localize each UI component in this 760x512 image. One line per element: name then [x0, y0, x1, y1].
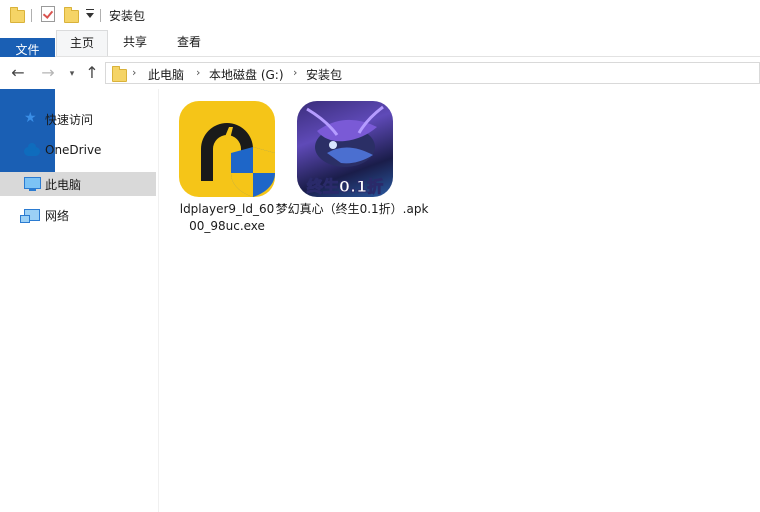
chevron-right-icon[interactable]: ›: [196, 66, 200, 79]
tab-home[interactable]: 主页: [56, 30, 108, 56]
file-list[interactable]: ldplayer9_ld_60 00_98uc.exe 终生0.1折 梦幻真心（…: [159, 89, 760, 512]
file-name-line1: 梦幻真心（终生0.1折）.apk: [275, 202, 429, 216]
forward-arrow-icon[interactable]: →: [38, 63, 58, 83]
sidebar-item-network[interactable]: 网络: [0, 203, 156, 227]
customize-toolbar-chevron-icon[interactable]: [86, 9, 94, 18]
file-name-line1: ldplayer9_ld_60: [179, 202, 275, 216]
game-apk-icon: 终生0.1折: [297, 101, 393, 197]
ribbon-tabs: 文件 主页 共享 查看: [0, 30, 760, 178]
sidebar-item-this-pc[interactable]: 此电脑: [0, 172, 156, 196]
sidebar-item-quick-access[interactable]: ★ 快速访问: [0, 107, 156, 131]
ldplayer-icon: [179, 101, 275, 197]
sidebar-item-label: 网络: [45, 209, 70, 223]
sidebar-item-label: 此电脑: [45, 178, 82, 192]
recent-locations-chevron-icon[interactable]: ▾: [62, 64, 82, 84]
file-item[interactable]: 终生0.1折 梦幻真心（终生0.1折）.apk: [276, 97, 428, 237]
navigation-pane: ★ 快速访问 OneDrive 此电脑 网络: [0, 89, 159, 512]
file-name[interactable]: 梦幻真心（终生0.1折）.apk: [267, 201, 437, 218]
separator: [100, 9, 101, 22]
network-icon: [20, 209, 40, 223]
file-name-line2: 00_98uc.exe: [189, 219, 265, 233]
sidebar-item-onedrive[interactable]: OneDrive: [0, 139, 156, 163]
game-badge-text: 终生0.1折: [306, 177, 384, 197]
tab-view[interactable]: 查看: [162, 30, 216, 56]
window-title: 安装包: [109, 9, 146, 23]
star-icon: ★: [24, 110, 37, 126]
navigation-bar: ← → ▾ ↑ › 此电脑 › 本地磁盘 (G:) › 安装包: [0, 57, 760, 89]
chevron-right-icon[interactable]: ›: [132, 66, 136, 79]
properties-icon[interactable]: [41, 6, 55, 22]
file-item[interactable]: ldplayer9_ld_60 00_98uc.exe: [159, 97, 279, 237]
tab-share[interactable]: 共享: [108, 30, 162, 56]
separator: [31, 9, 32, 22]
address-bar[interactable]: › 此电脑 › 本地磁盘 (G:) › 安装包: [105, 62, 760, 84]
title-bar: 安装包: [0, 0, 760, 30]
folder-icon: [112, 66, 127, 82]
computer-icon: [24, 177, 41, 191]
chevron-right-icon[interactable]: ›: [293, 66, 297, 79]
sidebar-item-label: OneDrive: [45, 143, 102, 157]
breadcrumb-installers[interactable]: 安装包: [306, 66, 342, 83]
breadcrumb-this-pc[interactable]: 此电脑: [148, 66, 184, 83]
breadcrumb-local-disk[interactable]: 本地磁盘 (G:): [209, 66, 284, 83]
up-arrow-icon[interactable]: ↑: [82, 63, 102, 83]
cloud-icon: [24, 143, 40, 156]
folder-icon: [10, 7, 25, 23]
new-folder-icon[interactable]: [64, 7, 79, 23]
back-arrow-icon[interactable]: ←: [8, 63, 28, 83]
sidebar-item-label: 快速访问: [45, 113, 94, 127]
